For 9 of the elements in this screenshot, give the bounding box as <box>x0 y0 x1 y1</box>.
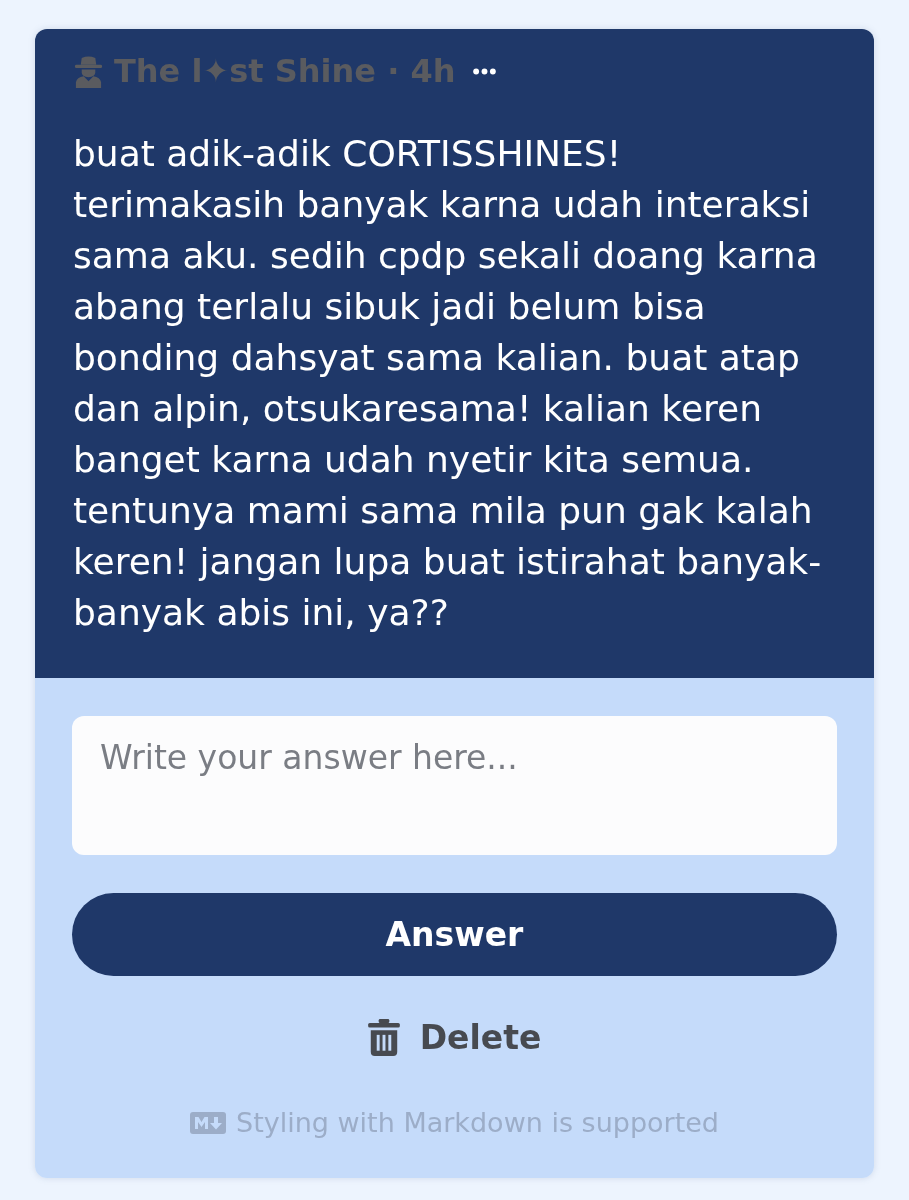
more-icon[interactable] <box>473 67 497 75</box>
post-byline: The l✦st Shine · 4h <box>114 52 456 90</box>
markdown-icon <box>190 1111 226 1134</box>
answer-field[interactable]: Write your answer here... <box>72 716 837 855</box>
trash-icon <box>367 1019 400 1056</box>
spy-icon <box>73 54 104 88</box>
delete-button[interactable]: Delete <box>367 1018 542 1057</box>
question-text: buat adik-adik CORTISSHINES! terimakasih banyak karna udah interaksi sama aku. sedih cpdp sekali doang karna abang terlalu sibuk jadi belum bisa bonding dahsyat sama kalian. buat atap dan alpin, otsukaresama! kalian keren banget karna udah nyetir kita semua. tentunya mami sama mila pun gak kalah keren! jangan lupa buat istirahat banyak-banyak abis ini, ya?? <box>73 132 823 635</box>
answer-button[interactable]: Answer <box>72 893 837 976</box>
